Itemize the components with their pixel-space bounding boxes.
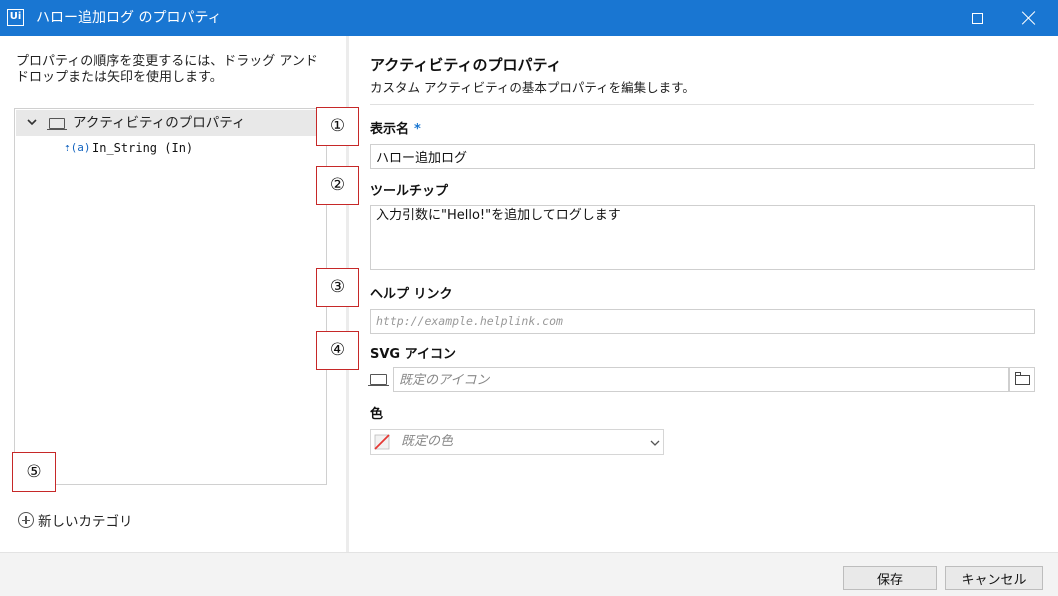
svg-icon-label: SVG アイコン xyxy=(370,347,456,362)
app-icon: Ui xyxy=(7,9,24,26)
new-category-label: 新しいカテゴリ xyxy=(38,514,133,530)
svg-icon-preview xyxy=(368,374,389,387)
help-link-input[interactable] xyxy=(370,309,1035,334)
tooltip-textarea[interactable]: 入力引数に"Hello!"を追加してログします xyxy=(370,205,1035,270)
argument-in-icon: ⇡(a) xyxy=(64,141,91,154)
chevron-down-icon[interactable] xyxy=(26,116,38,128)
display-name-label: 表示名 * xyxy=(370,122,421,138)
right-panel: アクティビティのプロパティ カスタム アクティビティの基本プロパティを編集します… xyxy=(349,36,1058,552)
callout-2: ② xyxy=(316,166,359,205)
title-bar: Ui ハロー追加ログ のプロパティ xyxy=(0,0,1058,36)
svg-icon-input[interactable] xyxy=(393,367,1009,392)
section-title: アクティビティのプロパティ xyxy=(370,56,562,74)
cancel-button[interactable]: キャンセル xyxy=(945,566,1043,590)
display-name-input[interactable] xyxy=(370,144,1035,169)
color-select-value: 既定の色 xyxy=(401,434,454,449)
callout-3: ③ xyxy=(316,268,359,307)
display-name-label-text: 表示名 xyxy=(370,122,410,137)
tree-item-argument[interactable]: ⇡(a) In_String (In) xyxy=(16,138,326,160)
color-select[interactable]: 既定の色 xyxy=(370,429,664,455)
category-icon xyxy=(47,118,67,131)
chevron-down-icon xyxy=(650,440,660,446)
help-link-label: ヘルプ リンク xyxy=(370,287,453,302)
callout-1: ① xyxy=(316,107,359,146)
plus-circle-icon xyxy=(18,512,34,528)
color-label: 色 xyxy=(370,407,384,422)
window-title: ハロー追加ログ のプロパティ xyxy=(36,10,222,26)
close-icon xyxy=(1022,11,1036,25)
callout-4: ④ xyxy=(316,331,359,370)
tooltip-label: ツールチップ xyxy=(370,184,449,199)
section-divider xyxy=(370,104,1034,105)
reorder-instructions: プロパティの順序を変更するには、ドラッグ アンド ドロップまたは矢印を使用します… xyxy=(16,54,318,85)
browse-folder-button[interactable] xyxy=(1009,367,1035,392)
tree-item-category-label: アクティビティのプロパティ xyxy=(73,115,246,131)
save-button[interactable]: 保存 xyxy=(843,566,937,590)
callout-5: ⑤ xyxy=(12,452,56,492)
dialog-footer: 保存 キャンセル xyxy=(0,552,1058,596)
tree-item-argument-label: In_String (In) xyxy=(92,141,194,155)
color-none-icon xyxy=(374,434,390,450)
tree-item-category[interactable]: アクティビティのプロパティ xyxy=(16,110,326,136)
new-category-button[interactable]: 新しいカテゴリ xyxy=(18,510,133,530)
section-subtitle: カスタム アクティビティの基本プロパティを編集します。 xyxy=(370,80,695,95)
required-mark: * xyxy=(414,122,421,137)
folder-icon xyxy=(1014,372,1030,385)
maximize-button[interactable] xyxy=(954,0,1000,36)
close-button[interactable] xyxy=(1006,0,1052,36)
maximize-icon xyxy=(971,12,983,24)
property-tree[interactable]: アクティビティのプロパティ ⇡(a) In_String (In) xyxy=(14,108,327,485)
